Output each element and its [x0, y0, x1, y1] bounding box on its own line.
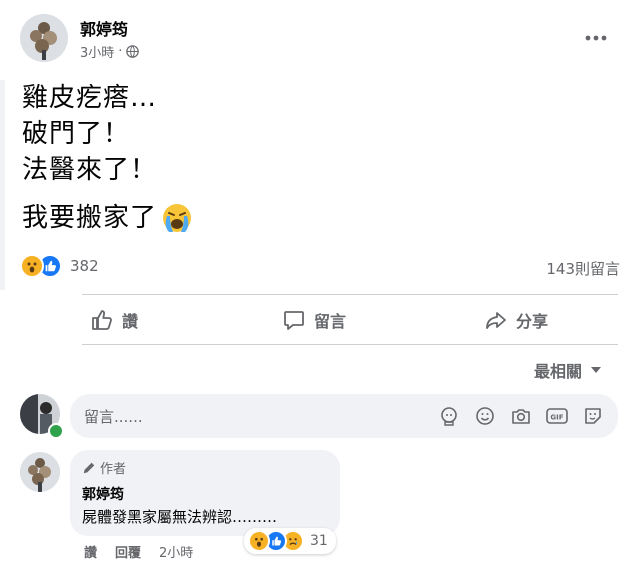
comment-actions: 讚 回覆 2小時 [84, 542, 193, 561]
post-author-avatar[interactable] [20, 14, 68, 62]
gif-icon[interactable]: GIF [546, 405, 568, 427]
caret-down-icon [591, 367, 602, 373]
avatar-photo-icon [20, 452, 60, 492]
comment-bubble-icon [284, 311, 304, 330]
like-button[interactable]: 讚 [90, 308, 138, 332]
post-body [0, 80, 5, 290]
share-button[interactable]: 分享 [484, 308, 548, 332]
like-label: 讚 [122, 312, 139, 331]
author-badge: 作者 [82, 458, 126, 477]
camera-icon[interactable] [510, 405, 532, 427]
post-author-name[interactable]: 郭婷筠 [80, 16, 128, 40]
wow-reaction-icon [20, 254, 44, 278]
comment-input[interactable]: 留言...... [84, 406, 438, 427]
pencil-icon [83, 462, 95, 473]
post-text-line-2: 破門了！ [22, 119, 131, 149]
emoji-icon[interactable] [474, 405, 496, 427]
post-text-line-1: 雞皮疙瘩… [22, 83, 158, 113]
comment-sort-dropdown[interactable]: 最相關 [534, 358, 602, 382]
post-options-button[interactable] [582, 28, 610, 48]
comment-author-name[interactable]: 郭婷筠 [82, 484, 124, 504]
comment-label: 留言 [314, 312, 347, 331]
more-options-icon [585, 35, 607, 41]
globe-icon [126, 45, 140, 58]
comment-reaction-count: 31 [310, 533, 328, 549]
separator-dot: · [118, 44, 123, 59]
share-arrow-icon [486, 312, 506, 329]
comment-count[interactable]: 143則留言 [520, 258, 620, 279]
online-status-dot [48, 423, 64, 439]
thumbs-up-icon [92, 310, 112, 330]
avatar-photo-icon [20, 14, 68, 62]
sticker-icon[interactable] [582, 405, 604, 427]
comment-reply-button[interactable]: 回覆 [115, 542, 141, 561]
post-text-line-4-wrap: 我要搬家了 [22, 200, 193, 236]
comment-button[interactable]: 留言 [282, 308, 346, 332]
post-timestamp[interactable]: 3小時 [80, 42, 114, 61]
comment-reactions[interactable]: 31 [244, 528, 336, 554]
svg-text:GIF: GIF [550, 414, 563, 422]
post-text-line-3: 法醫來了！ [22, 155, 158, 185]
comment-like-button[interactable]: 讚 [84, 542, 97, 561]
wow-reaction-icon [248, 530, 270, 552]
reaction-summary[interactable]: 382 [20, 254, 99, 278]
reaction-count: 382 [70, 257, 99, 275]
share-label: 分享 [516, 312, 549, 331]
comment-text: 屍體發黑家屬無法辨認……… [82, 508, 278, 526]
avatar-sticker-icon[interactable] [438, 405, 460, 427]
post-text-line-4: 我要搬家了 [22, 203, 158, 233]
actions-divider-top [82, 294, 618, 295]
comment-bubble: 作者 郭婷筠 屍體發黑家屬無法辨認……… [70, 450, 340, 536]
author-badge-label: 作者 [100, 462, 127, 477]
actions-divider-bottom [82, 344, 618, 345]
crying-face-emoji-icon [163, 204, 192, 232]
comment-composer[interactable]: 留言...... GIF [70, 394, 618, 438]
sort-label: 最相關 [534, 362, 583, 381]
comment-timestamp[interactable]: 2小時 [159, 542, 193, 561]
comment-author-avatar[interactable] [20, 452, 60, 492]
post-meta: 3小時 · [80, 42, 140, 61]
